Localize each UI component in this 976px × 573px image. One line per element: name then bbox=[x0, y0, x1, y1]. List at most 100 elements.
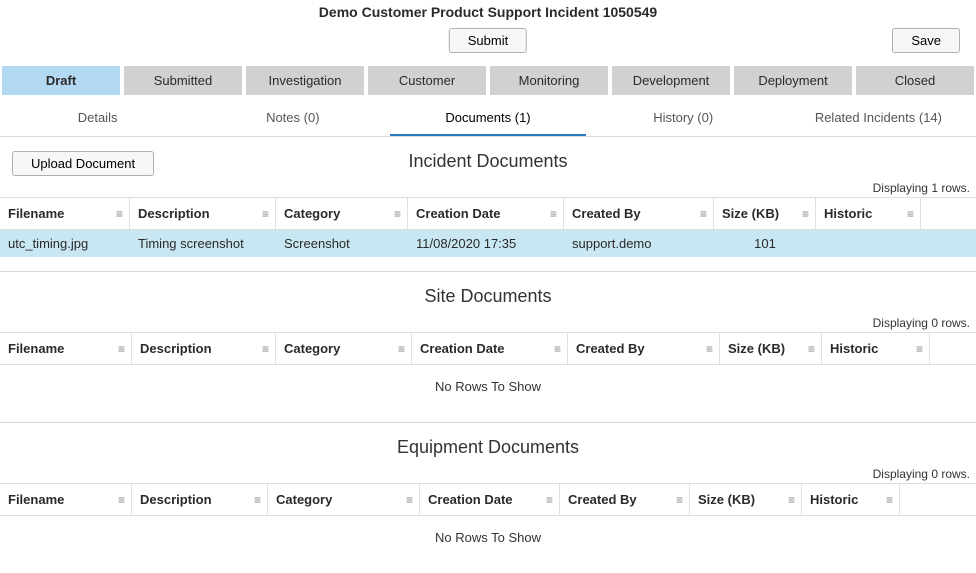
col-creation-label: Creation Date bbox=[420, 341, 505, 356]
col-historic[interactable]: Historic ≡ bbox=[802, 484, 900, 515]
column-menu-icon[interactable]: ≡ bbox=[118, 343, 125, 355]
equipment-no-rows: No Rows To Show bbox=[0, 516, 976, 559]
tab-related-incidents[interactable]: Related Incidents (14) bbox=[781, 101, 976, 136]
col-created-by[interactable]: Created By ≡ bbox=[560, 484, 690, 515]
col-size[interactable]: Size (KB) ≡ bbox=[720, 333, 822, 364]
column-menu-icon[interactable]: ≡ bbox=[262, 208, 269, 220]
incident-documents-section: Upload Document Incident Documents Displ… bbox=[0, 151, 976, 272]
site-row-count: Displaying 0 rows. bbox=[0, 312, 976, 332]
col-size-label: Size (KB) bbox=[728, 341, 785, 356]
col-filename[interactable]: Filename ≡ bbox=[0, 333, 132, 364]
col-filename-label: Filename bbox=[8, 206, 64, 221]
col-creation-date[interactable]: Creation Date ≡ bbox=[420, 484, 560, 515]
status-tab-submitted[interactable]: Submitted bbox=[124, 66, 242, 95]
col-created-by[interactable]: Created By ≡ bbox=[568, 333, 720, 364]
cell-createdby: support.demo bbox=[564, 230, 714, 257]
column-menu-icon[interactable]: ≡ bbox=[802, 208, 809, 220]
submit-button[interactable]: Submit bbox=[449, 28, 527, 53]
section-tabs: Details Notes (0) Documents (1) History … bbox=[0, 101, 976, 137]
col-filename-label: Filename bbox=[8, 492, 64, 507]
col-trailing bbox=[930, 333, 970, 364]
col-created-by[interactable]: Created By ≡ bbox=[564, 198, 714, 229]
col-category-label: Category bbox=[284, 341, 340, 356]
col-category[interactable]: Category ≡ bbox=[268, 484, 420, 515]
column-menu-icon[interactable]: ≡ bbox=[676, 494, 683, 506]
tab-details[interactable]: Details bbox=[0, 101, 195, 136]
status-tabs: Draft Submitted Investigation Customer M… bbox=[0, 66, 976, 95]
col-filename[interactable]: Filename ≡ bbox=[0, 198, 130, 229]
column-menu-icon[interactable]: ≡ bbox=[254, 494, 261, 506]
tab-notes[interactable]: Notes (0) bbox=[195, 101, 390, 136]
column-menu-icon[interactable]: ≡ bbox=[907, 208, 914, 220]
col-creation-date[interactable]: Creation Date ≡ bbox=[412, 333, 568, 364]
status-tab-development[interactable]: Development bbox=[612, 66, 730, 95]
col-description[interactable]: Description ≡ bbox=[132, 333, 276, 364]
cell-category: Screenshot bbox=[276, 230, 408, 257]
col-historic-label: Historic bbox=[810, 492, 858, 507]
column-menu-icon[interactable]: ≡ bbox=[118, 494, 125, 506]
col-filename[interactable]: Filename ≡ bbox=[0, 484, 132, 515]
col-createdby-label: Created By bbox=[576, 341, 645, 356]
col-historic-label: Historic bbox=[824, 206, 872, 221]
column-menu-icon[interactable]: ≡ bbox=[808, 343, 815, 355]
incident-row-count: Displaying 1 rows. bbox=[0, 177, 976, 197]
col-createdby-label: Created By bbox=[568, 492, 637, 507]
status-tab-deployment[interactable]: Deployment bbox=[734, 66, 852, 95]
column-menu-icon[interactable]: ≡ bbox=[788, 494, 795, 506]
column-menu-icon[interactable]: ≡ bbox=[546, 494, 553, 506]
col-trailing bbox=[921, 198, 961, 229]
status-tab-draft[interactable]: Draft bbox=[2, 66, 120, 95]
col-description-label: Description bbox=[140, 341, 212, 356]
cell-filename: utc_timing.jpg bbox=[0, 230, 130, 257]
column-menu-icon[interactable]: ≡ bbox=[406, 494, 413, 506]
column-menu-icon[interactable]: ≡ bbox=[886, 494, 893, 506]
column-menu-icon[interactable]: ≡ bbox=[700, 208, 707, 220]
column-menu-icon[interactable]: ≡ bbox=[262, 343, 269, 355]
column-menu-icon[interactable]: ≡ bbox=[398, 343, 405, 355]
upload-document-button[interactable]: Upload Document bbox=[12, 151, 154, 176]
column-menu-icon[interactable]: ≡ bbox=[394, 208, 401, 220]
col-size-label: Size (KB) bbox=[698, 492, 755, 507]
col-category[interactable]: Category ≡ bbox=[276, 198, 408, 229]
col-createdby-label: Created By bbox=[572, 206, 641, 221]
col-description[interactable]: Description ≡ bbox=[132, 484, 268, 515]
col-creation-label: Creation Date bbox=[428, 492, 513, 507]
site-grid-header: Filename ≡ Description ≡ Category ≡ Creatio… bbox=[0, 332, 976, 365]
site-no-rows: No Rows To Show bbox=[0, 365, 976, 408]
column-menu-icon[interactable]: ≡ bbox=[554, 343, 561, 355]
col-size[interactable]: Size (KB)≡ bbox=[714, 198, 816, 229]
status-tab-customer[interactable]: Customer bbox=[368, 66, 486, 95]
col-filename-label: Filename bbox=[8, 341, 64, 356]
page-title: Demo Customer Product Support Incident 1… bbox=[0, 4, 976, 20]
column-menu-icon[interactable]: ≡ bbox=[116, 208, 123, 220]
table-row[interactable]: utc_timing.jpg Timing screenshot Screens… bbox=[0, 230, 976, 257]
column-menu-icon[interactable]: ≡ bbox=[916, 343, 923, 355]
col-historic-label: Historic bbox=[830, 341, 878, 356]
save-button[interactable]: Save bbox=[892, 28, 960, 53]
site-documents-section: Site Documents Displaying 0 rows. Filena… bbox=[0, 286, 976, 423]
col-trailing bbox=[900, 484, 940, 515]
site-documents-title: Site Documents bbox=[0, 286, 976, 307]
col-category[interactable]: Category ≡ bbox=[276, 333, 412, 364]
col-historic[interactable]: Historic ≡ bbox=[822, 333, 930, 364]
column-menu-icon[interactable]: ≡ bbox=[706, 343, 713, 355]
col-historic[interactable]: Historic ≡ bbox=[816, 198, 921, 229]
status-tab-monitoring[interactable]: Monitoring bbox=[490, 66, 608, 95]
incident-grid-header: Filename ≡ Description≡ Category ≡ Creatio… bbox=[0, 197, 976, 230]
equipment-documents-title: Equipment Documents bbox=[0, 437, 976, 458]
cell-creation: 11/08/2020 17:35 bbox=[408, 230, 564, 257]
col-description[interactable]: Description≡ bbox=[130, 198, 276, 229]
equipment-documents-section: Equipment Documents Displaying 0 rows. F… bbox=[0, 437, 976, 573]
tab-history[interactable]: History (0) bbox=[586, 101, 781, 136]
col-creation-label: Creation Date bbox=[416, 206, 501, 221]
col-size[interactable]: Size (KB) ≡ bbox=[690, 484, 802, 515]
col-description-label: Description bbox=[140, 492, 212, 507]
column-menu-icon[interactable]: ≡ bbox=[550, 208, 557, 220]
col-category-label: Category bbox=[284, 206, 340, 221]
tab-documents[interactable]: Documents (1) bbox=[390, 101, 585, 136]
col-category-label: Category bbox=[276, 492, 332, 507]
status-tab-closed[interactable]: Closed bbox=[856, 66, 974, 95]
equipment-row-count: Displaying 0 rows. bbox=[0, 463, 976, 483]
status-tab-investigation[interactable]: Investigation bbox=[246, 66, 364, 95]
col-creation-date[interactable]: Creation Date ≡ bbox=[408, 198, 564, 229]
